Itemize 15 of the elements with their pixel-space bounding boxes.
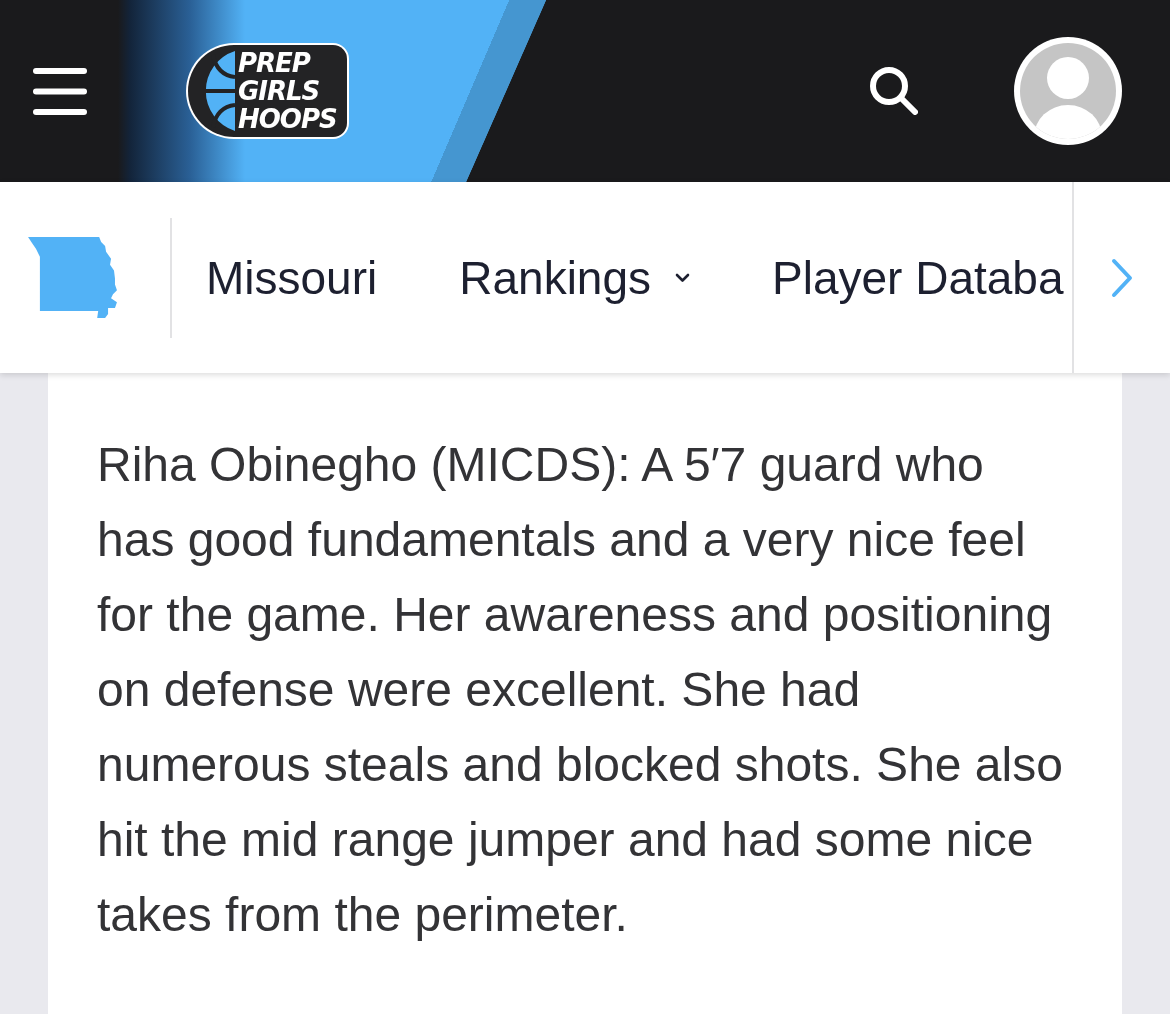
nav-link[interactable]: Rankings	[459, 250, 691, 305]
logo[interactable]: PREP GIRLS HOOPS	[188, 45, 347, 137]
chevron-right-icon	[1110, 257, 1134, 298]
menu-button[interactable]	[33, 67, 87, 115]
menu-icon	[33, 67, 87, 115]
state-map-icon	[28, 237, 117, 318]
search-button[interactable]	[870, 67, 918, 115]
search-icon	[870, 67, 918, 115]
avatar-icon	[1014, 37, 1122, 145]
nav-link[interactable]: Player Databa	[772, 250, 1064, 305]
nav-link[interactable]: Missouri	[206, 250, 378, 305]
logo-wordmark: PREP GIRLS HOOPS	[238, 49, 337, 133]
chevron-down-icon	[675, 272, 691, 283]
article-paragraph: Riha Obinegho (MICDS): A 5′7 guard who has good fundamentals and a very nice feel for the game. Her awareness and positioning on defense were excellent. She had numerous steals and blocked shots. She also hit the mid range jumper and had some nice takes from the perimeter.	[97, 437, 1064, 943]
profile-button[interactable]	[1014, 37, 1122, 145]
